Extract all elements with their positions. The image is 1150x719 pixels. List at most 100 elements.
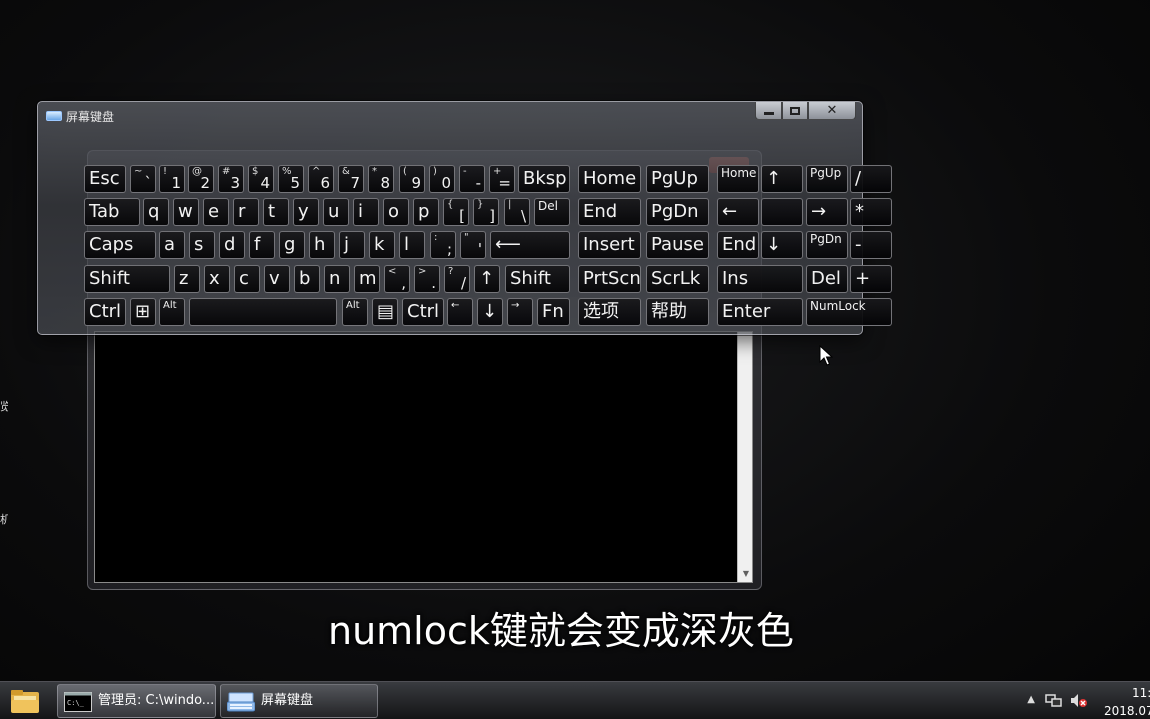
key-9[interactable]: (9 — [399, 165, 425, 193]
key-num-divide[interactable]: / — [850, 165, 892, 193]
osk-titlebar[interactable]: 屏幕键盘 ✕ — [38, 102, 862, 130]
key-esc[interactable]: Esc — [84, 165, 126, 193]
key-end[interactable]: End — [578, 198, 641, 226]
key-h[interactable]: h — [309, 231, 335, 259]
key-down[interactable]: ↓ — [477, 298, 503, 326]
key-num-down[interactable]: ↓ — [761, 231, 803, 259]
key-u[interactable]: u — [323, 198, 349, 226]
key-w[interactable]: w — [173, 198, 199, 226]
key-options[interactable]: 选项 — [578, 298, 641, 326]
key-help[interactable]: 帮助 — [646, 298, 709, 326]
key-7[interactable]: & 7 — [338, 165, 364, 193]
key-lctrl[interactable]: Ctrl — [84, 298, 126, 326]
key-lbracket[interactable]: {[ — [443, 198, 469, 226]
key-backtick[interactable]: ~ ` — [130, 165, 156, 193]
key-ralt[interactable]: Alt — [342, 298, 368, 326]
key-n[interactable]: n — [324, 265, 350, 293]
key-m[interactable]: m — [354, 265, 380, 293]
key-i[interactable]: i — [353, 198, 379, 226]
key-j[interactable]: j — [339, 231, 365, 259]
maximize-button[interactable] — [782, 102, 808, 120]
key-prtscn[interactable]: PrtScn — [578, 265, 641, 293]
on-screen-keyboard-window[interactable]: 屏幕键盘 ✕ Esc ~ `! 1 @2 #3 $4% 5 ^ 6 & 7 * 8(9) 0- - + = Bksp… — [37, 101, 892, 335]
key-f[interactable]: f — [249, 231, 275, 259]
taskbar-item-osk[interactable]: 屏幕键盘 — [220, 684, 378, 718]
cmd-scrollbar[interactable]: ▼ — [737, 332, 752, 582]
key-4[interactable]: $4 — [248, 165, 274, 193]
key-pgup[interactable]: PgUp — [646, 165, 709, 193]
key-5[interactable]: % 5 — [278, 165, 304, 193]
key-numlock[interactable]: NumLock — [806, 298, 892, 326]
scroll-down-icon[interactable]: ▼ — [743, 569, 749, 578]
key-o[interactable]: o — [383, 198, 409, 226]
key-x[interactable]: x — [204, 265, 230, 293]
key-win[interactable]: ⊞ — [130, 298, 156, 326]
key-quote[interactable]: " ' — [460, 231, 486, 259]
show-hidden-icons-icon[interactable]: ▲ — [1027, 694, 1035, 705]
key-r[interactable]: r — [233, 198, 259, 226]
key-rctrl[interactable]: Ctrl — [402, 298, 444, 326]
system-clock[interactable]: 11: 2018.07 — [1104, 685, 1150, 719]
key-fn[interactable]: Fn — [537, 298, 570, 326]
key-num-5[interactable] — [761, 198, 803, 226]
key-num-home[interactable]: Home — [717, 165, 759, 193]
key-num-right[interactable]: → — [806, 198, 848, 226]
key-minus[interactable]: -- — [459, 165, 485, 193]
key-a[interactable]: a — [159, 231, 185, 259]
key-del[interactable]: Del — [534, 198, 570, 226]
key-caps[interactable]: Caps — [84, 231, 156, 259]
key-num-minus[interactable]: - — [850, 231, 892, 259]
key-menu[interactable]: ▤ — [372, 298, 398, 326]
key-l[interactable]: l — [399, 231, 425, 259]
key-equals[interactable]: + = — [489, 165, 515, 193]
key-num-left[interactable]: ← — [717, 198, 759, 226]
key-pgdn[interactable]: PgDn — [646, 198, 709, 226]
key-8[interactable]: * 8 — [368, 165, 394, 193]
key-g[interactable]: g — [279, 231, 305, 259]
key-num-multiply[interactable]: * — [850, 198, 892, 226]
key-num-end[interactable]: End — [717, 231, 759, 259]
key-bksp[interactable]: Bksp — [518, 165, 570, 193]
key-tab[interactable]: Tab — [84, 198, 140, 226]
key-p[interactable]: p — [413, 198, 439, 226]
key-2[interactable]: @2 — [188, 165, 214, 193]
key-s[interactable]: s — [189, 231, 215, 259]
key-q[interactable]: q — [143, 198, 169, 226]
key-slash[interactable]: ? / — [444, 265, 470, 293]
key-comma[interactable]: <, — [384, 265, 410, 293]
key-backslash[interactable]: | \ — [504, 198, 530, 226]
key-period[interactable]: >. — [414, 265, 440, 293]
key-num-pgup[interactable]: PgUp — [806, 165, 848, 193]
key-right[interactable]: → — [507, 298, 533, 326]
key-num-plus[interactable]: + — [850, 265, 892, 293]
cmd-console[interactable]: ▼ — [94, 331, 753, 583]
key-num-enter[interactable]: Enter — [717, 298, 803, 326]
key-6[interactable]: ^ 6 — [308, 165, 334, 193]
key-v[interactable]: v — [264, 265, 290, 293]
key-scrlk[interactable]: ScrLk — [646, 265, 709, 293]
key-lalt[interactable]: Alt — [159, 298, 185, 326]
key-enter-main[interactable]: ⟵ — [490, 231, 570, 259]
key-b[interactable]: b — [294, 265, 320, 293]
key-num-del[interactable]: Del — [806, 265, 848, 293]
key-left[interactable]: ← — [447, 298, 473, 326]
key-num-up[interactable]: ↑ — [761, 165, 803, 193]
network-icon[interactable] — [1045, 693, 1063, 708]
file-explorer-icon[interactable] — [8, 686, 42, 716]
key-k[interactable]: k — [369, 231, 395, 259]
volume-muted-icon[interactable] — [1070, 693, 1088, 708]
key-up[interactable]: ↑ — [474, 265, 500, 293]
key-y[interactable]: y — [293, 198, 319, 226]
key-3[interactable]: #3 — [218, 165, 244, 193]
key-t[interactable]: t — [263, 198, 289, 226]
key-num-pgdn[interactable]: PgDn — [806, 231, 848, 259]
key-home[interactable]: Home — [578, 165, 641, 193]
key-c[interactable]: c — [234, 265, 260, 293]
key-rbracket[interactable]: }] — [473, 198, 499, 226]
key-space[interactable] — [189, 298, 337, 326]
key-rshift[interactable]: Shift — [505, 265, 570, 293]
key-d[interactable]: d — [219, 231, 245, 259]
minimize-button[interactable] — [755, 102, 782, 120]
taskbar-item-cmd[interactable]: C:\_ 管理员: C:\windo... — [57, 684, 216, 718]
close-button[interactable]: ✕ — [808, 102, 856, 120]
